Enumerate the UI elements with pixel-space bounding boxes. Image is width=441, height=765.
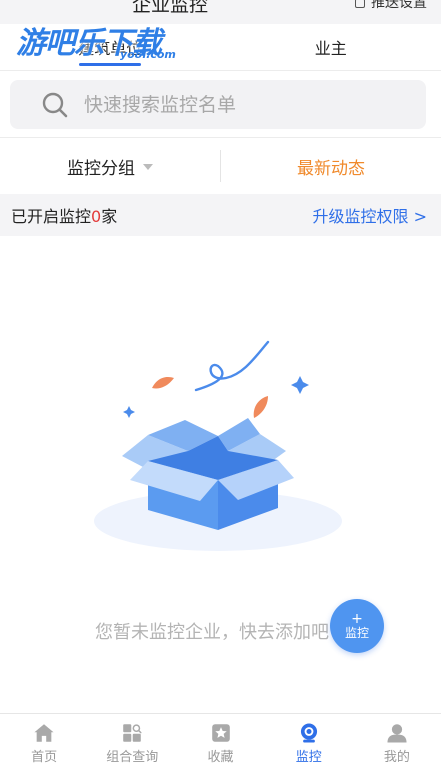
add-monitor-label: 监控 [344, 626, 369, 640]
filter-row: 监控分组 最新动态 [0, 138, 441, 194]
nav-label: 监控 [295, 750, 322, 765]
empty-box-illustration [94, 340, 342, 551]
latest-news-label: 最新动态 [297, 158, 365, 179]
camera-icon [300, 723, 317, 743]
tab-construction-unit[interactable]: 建筑单位 [0, 24, 221, 70]
monitor-info-strip: 已开启监控0家 升级监控权限 > [0, 194, 441, 236]
monitor-count-value: 0 [91, 207, 102, 226]
tab-label: 建筑单位 [78, 39, 143, 58]
tab-owner[interactable]: 业主 [221, 24, 441, 70]
monitor-count-prefix: 已开启监控 [11, 207, 92, 226]
monitor-group-label: 监控分组 [67, 158, 135, 179]
search-bar[interactable] [10, 80, 426, 129]
nav-monitor[interactable]: 监控 [265, 714, 353, 765]
latest-news-button[interactable]: 最新动态 [221, 154, 441, 179]
search-icon [42, 92, 68, 117]
upgrade-permission-link[interactable]: 升级监控权限 > [313, 203, 428, 227]
monitor-group-dropdown[interactable]: 监控分组 [0, 154, 220, 179]
empty-state-message: 您暂未监控企业，快去添加吧 [95, 622, 329, 643]
plus-icon: + [351, 611, 363, 627]
star-icon [211, 724, 230, 742]
bottom-nav: 首页 组合查询 收藏 监控 我的 [0, 713, 441, 765]
home-icon [34, 724, 54, 742]
caret-down-icon [143, 164, 153, 170]
monitor-count-text: 已开启监控0家 [11, 203, 117, 227]
nav-combined-query[interactable]: 组合查询 [88, 714, 176, 765]
push-setting-label: 推送设置 [371, 0, 427, 11]
push-setting-button[interactable]: 推送设置 [355, 0, 427, 12]
nav-label: 收藏 [207, 750, 234, 765]
search-input[interactable] [84, 93, 384, 116]
user-icon [387, 724, 407, 743]
tab-bar: 建筑单位 业主 [0, 24, 441, 71]
nav-mine[interactable]: 我的 [353, 714, 441, 765]
monitor-count-suffix: 家 [101, 207, 118, 226]
nav-favorites[interactable]: 收藏 [176, 714, 264, 765]
nav-home[interactable]: 首页 [0, 714, 88, 765]
add-monitor-button[interactable]: + 监控 [330, 599, 384, 653]
nav-label: 首页 [31, 750, 58, 765]
bell-icon [355, 0, 365, 8]
page-title: 企业监控 [131, 0, 208, 16]
tab-label: 业主 [314, 39, 347, 58]
title-bar: 企业监控 推送设置 [0, 0, 441, 24]
nav-label: 组合查询 [106, 750, 159, 765]
grid-search-icon [123, 724, 142, 742]
nav-label: 我的 [383, 750, 410, 765]
